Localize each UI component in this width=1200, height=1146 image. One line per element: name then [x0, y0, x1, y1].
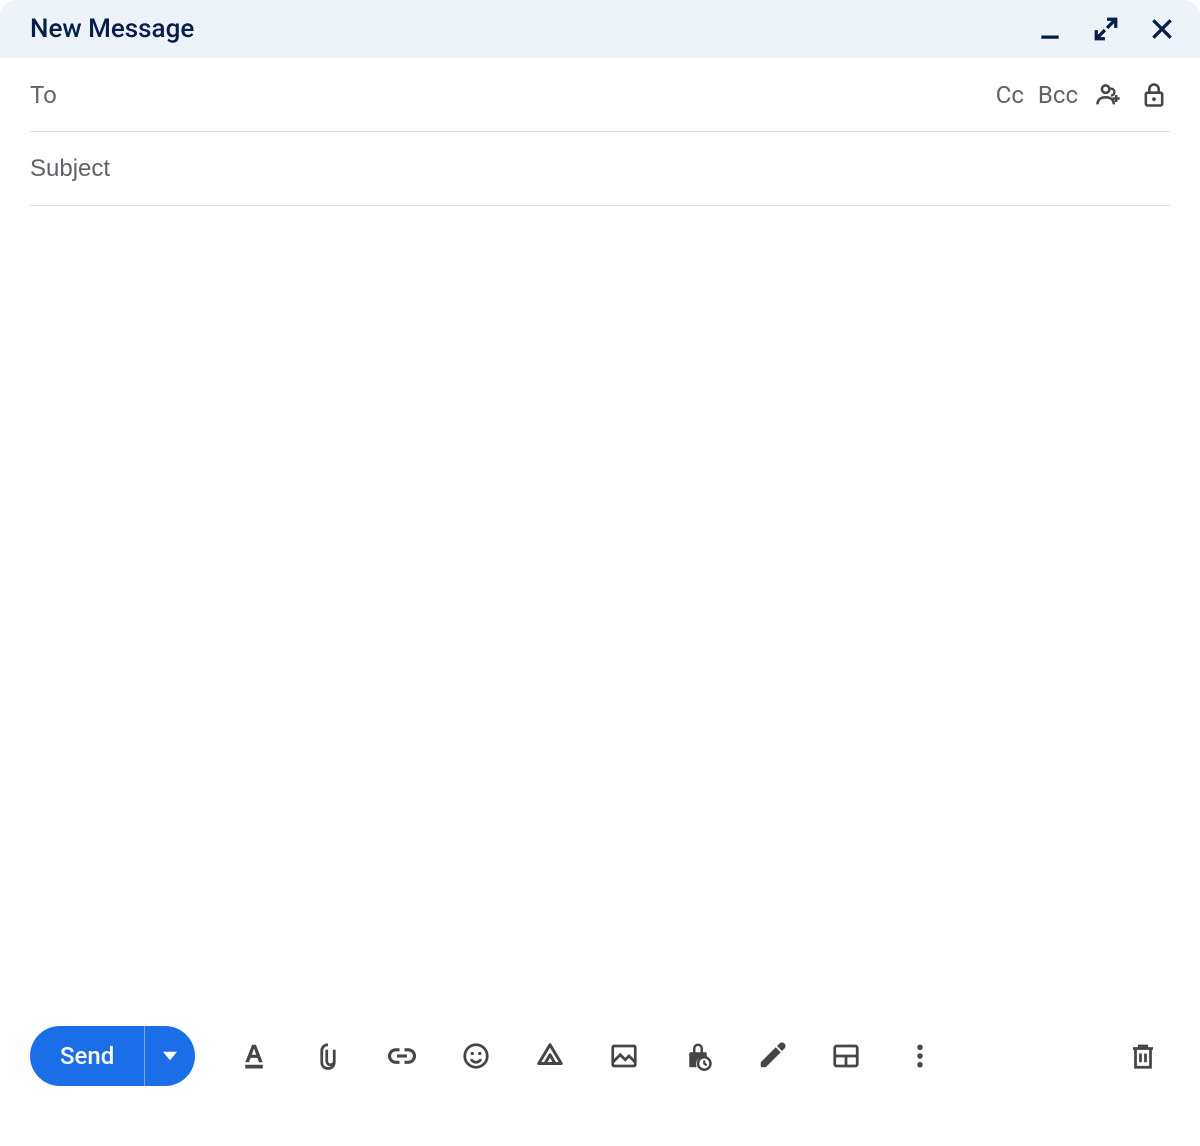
close-button[interactable] — [1148, 15, 1176, 43]
insert-drive-button[interactable] — [523, 1029, 577, 1083]
compose-fields: To Cc Bcc — [0, 58, 1200, 206]
insert-link-button[interactable] — [375, 1029, 429, 1083]
layout-icon — [831, 1041, 861, 1071]
expand-icon — [1093, 16, 1119, 42]
window-title: New Message — [30, 14, 194, 44]
person-add-icon — [1094, 81, 1122, 109]
confidential-mode-button[interactable] — [1138, 79, 1170, 111]
attach-button[interactable] — [301, 1029, 355, 1083]
text-format-icon — [239, 1041, 269, 1071]
window-controls — [1036, 15, 1176, 43]
bcc-toggle[interactable]: Bcc — [1038, 81, 1078, 109]
discard-draft-button[interactable] — [1116, 1029, 1170, 1083]
lock-icon — [1140, 81, 1168, 109]
emoji-icon — [461, 1041, 491, 1071]
link-icon — [387, 1041, 417, 1071]
insert-signature-button[interactable] — [745, 1029, 799, 1083]
formatting-button[interactable] — [227, 1029, 281, 1083]
lock-clock-icon — [683, 1041, 713, 1071]
recipient-controls: Cc Bcc — [996, 79, 1170, 111]
subject-field-row — [30, 132, 1170, 206]
attachment-icon — [313, 1041, 343, 1071]
caret-down-icon — [163, 1049, 177, 1063]
body-area — [0, 206, 1200, 1006]
drive-icon — [535, 1041, 565, 1071]
cc-toggle[interactable]: Cc — [996, 81, 1024, 109]
minimize-icon — [1037, 16, 1063, 42]
fullscreen-button[interactable] — [1092, 15, 1120, 43]
subject-input[interactable] — [30, 155, 1170, 183]
select-layout-button[interactable] — [819, 1029, 873, 1083]
minimize-button[interactable] — [1036, 15, 1064, 43]
to-field-row: To Cc Bcc — [30, 58, 1170, 132]
add-contacts-button[interactable] — [1092, 79, 1124, 111]
compose-header: New Message — [0, 0, 1200, 58]
more-options-button[interactable] — [893, 1029, 947, 1083]
pen-icon — [757, 1041, 787, 1071]
more-vert-icon — [905, 1041, 935, 1071]
send-button-group: Send — [30, 1026, 195, 1086]
to-input[interactable] — [73, 81, 996, 109]
insert-emoji-button[interactable] — [449, 1029, 503, 1083]
compose-footer: Send — [0, 1006, 1200, 1146]
to-label: To — [30, 81, 57, 109]
trash-icon — [1128, 1041, 1158, 1071]
close-icon — [1149, 16, 1175, 42]
image-icon — [609, 1041, 639, 1071]
compose-window: New Message To Cc Bc — [0, 0, 1200, 1146]
send-options-button[interactable] — [144, 1026, 195, 1086]
insert-photo-button[interactable] — [597, 1029, 651, 1083]
body-textarea[interactable] — [30, 226, 1170, 986]
confidential-mode-toolbar-button[interactable] — [671, 1029, 725, 1083]
send-button[interactable]: Send — [30, 1026, 144, 1086]
